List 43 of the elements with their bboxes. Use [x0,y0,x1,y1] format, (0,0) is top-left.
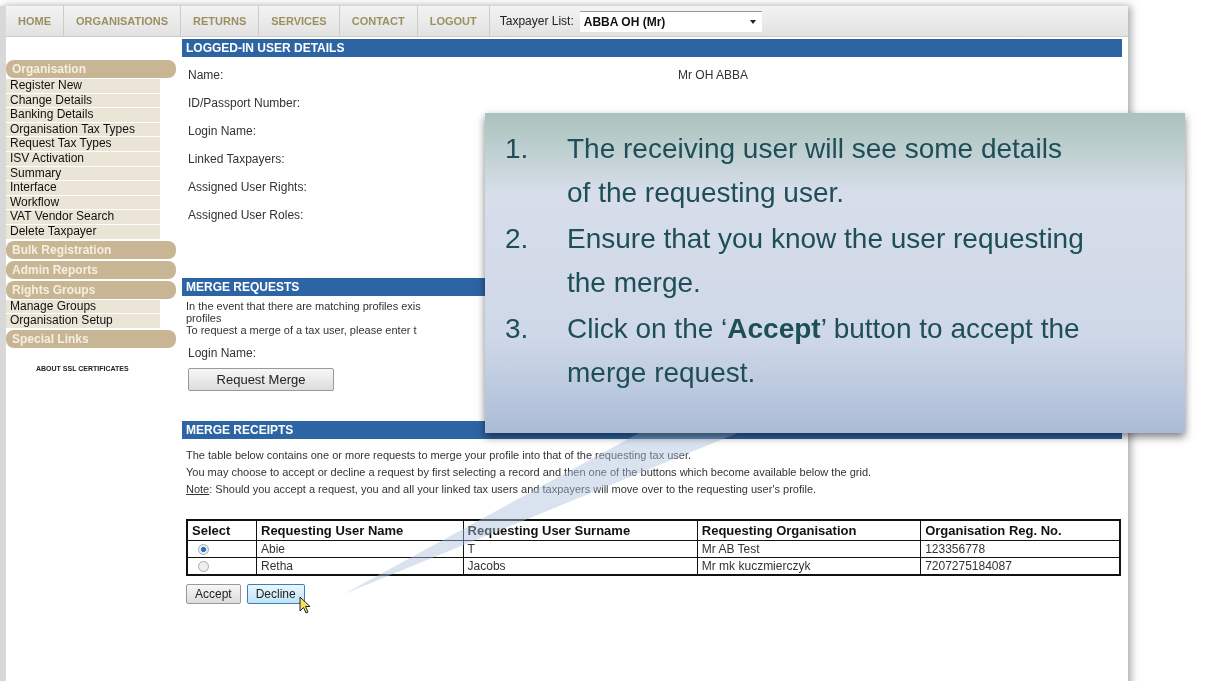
sidebar-item[interactable]: VAT Vendor Search [6,210,160,225]
caret-icon [749,19,756,24]
request-merge-button[interactable]: Request Merge [188,368,334,391]
step-text: The receiving user will see some details of the requesting user. [567,132,1063,210]
section-header: LOGGED-IN USER DETAILS [182,39,1122,57]
instruction-text: You may choose to accept or decline a request by first selecting a record and then one of the buttons which become available below the grid. [186,466,872,478]
sidebar-item[interactable]: Banking Details [6,108,160,123]
radio-button[interactable] [198,544,209,556]
radio-button[interactable] [198,561,209,573]
field-label: Linked Taxpayers: [188,152,285,166]
step-number: 1. [505,132,530,166]
taxpayer-dropdown[interactable]: ABBA OH (Mr) [579,10,762,32]
action-button[interactable]: Accept [186,584,241,604]
instruction-text: In the event that there are matching profiles exis [186,300,421,312]
column-header: Requesting User Name [256,520,464,541]
instruction-text: The table below contains one or more requests to merge your profile into that of the requesting tax user. [186,449,692,461]
table-cell: T [463,540,698,558]
instruction-text: : Should you accept a request, you and all your linked tax users and taxpayers will move over to the requesting user's profile. [209,483,817,495]
sidebar-item[interactable]: Organisation Setup [6,314,160,329]
field-label: ID/Passport Number: [188,96,301,110]
step-number: 2. [505,222,530,256]
taxpayer-list-label: Taxpayer List: [499,14,574,28]
sidebar-item[interactable]: Request Tax Types [6,137,160,152]
step-text: Click on the ‘Accept’ button to accept the merge request. [567,312,1081,390]
column-header: Requesting Organisation [697,520,921,541]
field-label: Assigned User Rights: [188,180,307,194]
table-cell: Mr AB Test [697,540,921,558]
field-label: Name: [188,68,224,82]
step-number: 3. [505,312,530,346]
field-value: Mr OH ABBA [678,68,748,82]
column-header: Requesting User Surname [463,520,698,541]
instruction-text: profiles [186,312,222,324]
sidebar-item[interactable]: Register New [6,79,160,94]
instruction-text: To request a merge of a tax user, please enter t [186,324,417,336]
table-cell: Abie [256,540,464,558]
sidebar-item[interactable]: Interface [6,181,160,196]
sidebar-item[interactable]: Manage Groups [6,299,160,315]
action-button[interactable]: Decline [246,584,305,604]
mouse-cursor-icon [298,596,311,614]
field-label: Login Name: [188,124,257,138]
field-label: Assigned User Roles: [188,208,304,222]
field-label: Login Name: [188,346,257,360]
column-header: Select [187,520,257,541]
